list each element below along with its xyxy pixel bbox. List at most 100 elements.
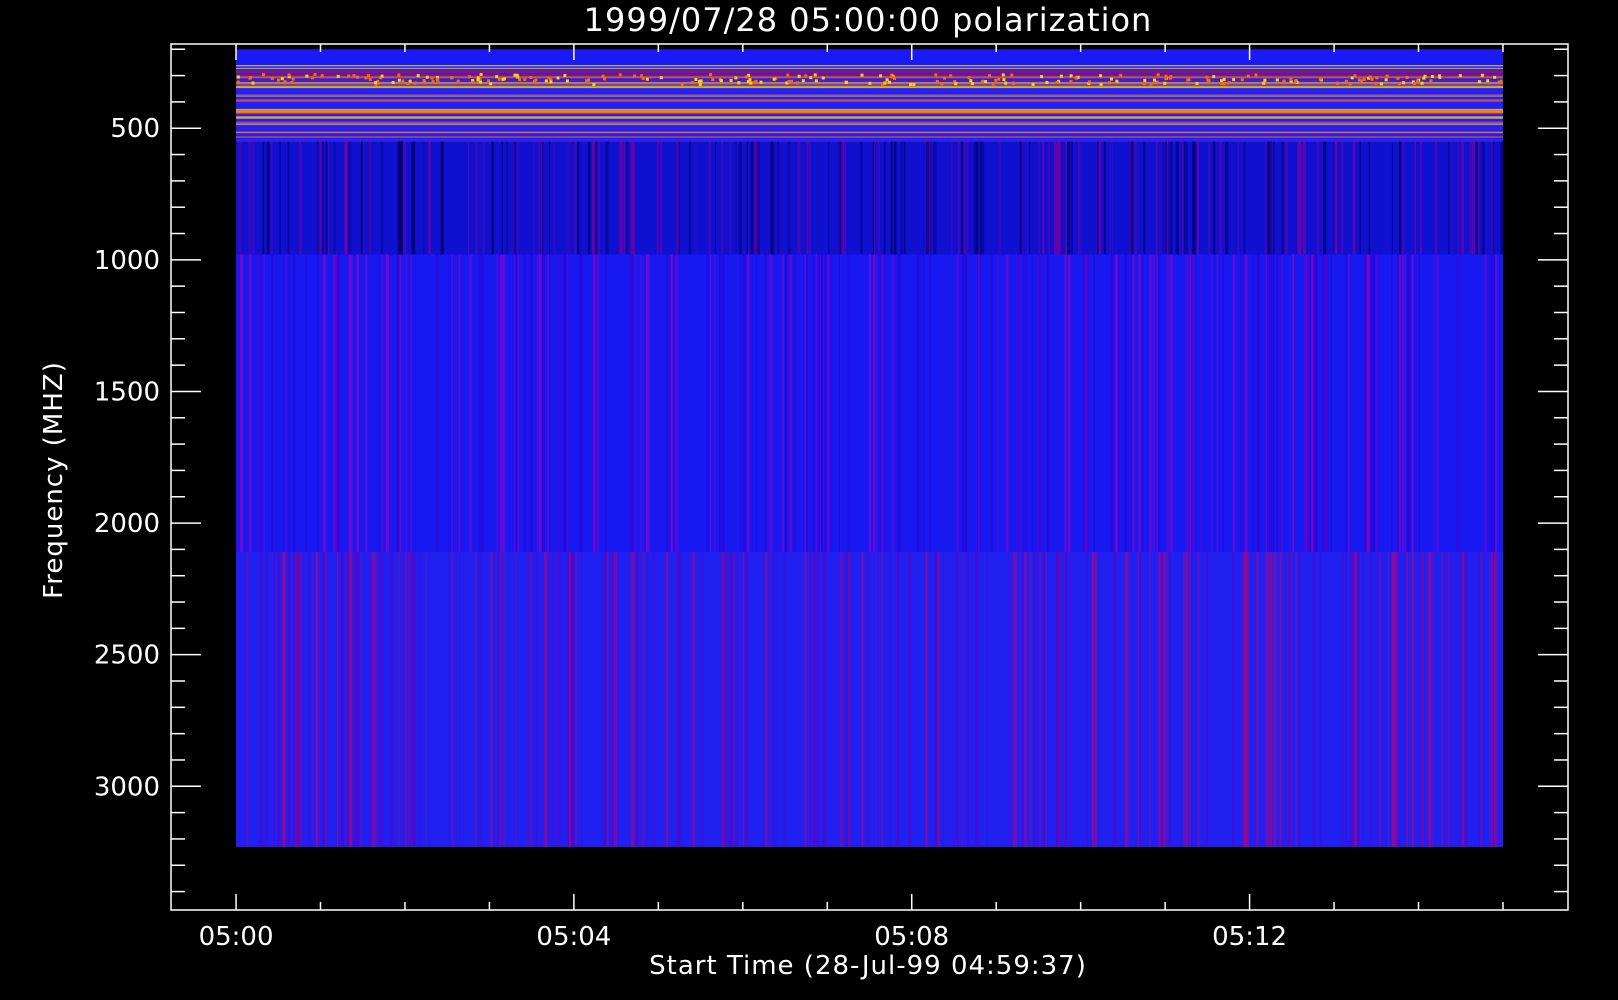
band-stripe bbox=[1056, 141, 1060, 255]
band-stripe bbox=[764, 552, 768, 847]
band-stripe bbox=[404, 552, 408, 847]
band-stripe bbox=[1501, 141, 1504, 255]
band-stripe bbox=[714, 254, 716, 553]
band-stripe bbox=[1481, 141, 1485, 255]
band-stripe bbox=[1268, 552, 1273, 847]
band-stripe bbox=[538, 254, 542, 553]
band-speck bbox=[1493, 75, 1497, 79]
band-stripe bbox=[553, 141, 556, 255]
band-stripe bbox=[764, 254, 766, 553]
band-stripe bbox=[963, 254, 968, 553]
band-stripe bbox=[412, 552, 416, 847]
band-stripe bbox=[881, 552, 884, 847]
band-stripe bbox=[529, 254, 534, 553]
band-stripe bbox=[517, 141, 519, 255]
band-stripe bbox=[1007, 552, 1010, 847]
band-stripe bbox=[1359, 141, 1361, 255]
band-speck bbox=[456, 79, 460, 83]
band-speck bbox=[967, 76, 971, 80]
band-stripe bbox=[450, 254, 453, 553]
band-stripe bbox=[579, 254, 583, 553]
band-speck bbox=[450, 76, 454, 80]
band-stripe bbox=[545, 552, 548, 847]
band-speck bbox=[313, 73, 317, 77]
band-stripe bbox=[771, 141, 775, 255]
band-speck bbox=[287, 73, 291, 77]
band-speck bbox=[529, 75, 533, 79]
band-stripe bbox=[808, 141, 811, 255]
band-speck bbox=[981, 79, 985, 83]
y-tick-label: 1500 bbox=[94, 377, 160, 407]
band-speck bbox=[1164, 74, 1168, 78]
band-stripe bbox=[1420, 552, 1424, 847]
band-speck bbox=[1398, 82, 1402, 86]
band-speck bbox=[844, 81, 848, 85]
band-stripe bbox=[820, 254, 823, 553]
band-line bbox=[236, 123, 1503, 126]
band-speck bbox=[1099, 74, 1103, 78]
band-stripe bbox=[750, 141, 754, 255]
band-stripe bbox=[1185, 254, 1188, 553]
band-stripe bbox=[1447, 141, 1450, 255]
band-stripe bbox=[997, 254, 999, 553]
band-stripe bbox=[1200, 254, 1203, 553]
band-stripe bbox=[1418, 254, 1421, 553]
band-stripe bbox=[1237, 141, 1240, 255]
band-stripe bbox=[735, 552, 738, 847]
band-stripe bbox=[1112, 141, 1114, 255]
band-stripe bbox=[1245, 552, 1249, 847]
x-tick-label: 05:04 bbox=[536, 922, 611, 952]
band-speck bbox=[633, 74, 637, 78]
band-stripe bbox=[777, 141, 780, 255]
band-stripe bbox=[1292, 254, 1295, 553]
band-stripe bbox=[613, 552, 617, 847]
band-stripe bbox=[1411, 552, 1415, 847]
band-speck bbox=[501, 77, 505, 81]
band-stripe bbox=[1056, 552, 1060, 847]
band-stripe bbox=[930, 141, 932, 255]
band-stripe bbox=[285, 254, 288, 553]
band-speck bbox=[283, 80, 287, 84]
band-stripe bbox=[535, 552, 538, 847]
band-stripe bbox=[428, 141, 432, 255]
band-stripe bbox=[1186, 552, 1188, 847]
band-stripe bbox=[1295, 552, 1297, 847]
band-speck bbox=[935, 79, 939, 83]
band-stripe bbox=[1376, 254, 1379, 553]
band-speck bbox=[401, 79, 405, 83]
band-stripe bbox=[645, 254, 650, 553]
band-stripe bbox=[768, 552, 771, 847]
band-stripe bbox=[365, 254, 368, 553]
band-stripe bbox=[258, 254, 262, 553]
band-stripe bbox=[1459, 552, 1461, 847]
band-stripe bbox=[1492, 254, 1496, 553]
band-stripe bbox=[656, 141, 660, 255]
band-stripe bbox=[1149, 254, 1153, 553]
band-speck bbox=[251, 81, 255, 85]
band-stripe bbox=[829, 254, 833, 553]
band-speck bbox=[601, 74, 605, 78]
band-stripe bbox=[251, 141, 255, 255]
band-stripe bbox=[1023, 552, 1028, 847]
band-stripe bbox=[896, 552, 899, 847]
band-stripe bbox=[496, 254, 499, 553]
band-stripe bbox=[1434, 141, 1438, 255]
band-stripe bbox=[1265, 552, 1268, 847]
band-speck bbox=[1010, 73, 1014, 77]
band-line bbox=[236, 108, 1503, 111]
band-stripe bbox=[467, 141, 469, 255]
band-stripe bbox=[1232, 552, 1235, 847]
band-strong bbox=[236, 65, 1503, 143]
band-stripe bbox=[1065, 141, 1068, 255]
band-speck bbox=[1002, 78, 1006, 82]
band-stripe bbox=[809, 552, 812, 847]
band-stripe bbox=[960, 141, 964, 255]
band-speck bbox=[698, 82, 702, 86]
band-speck bbox=[1379, 82, 1383, 86]
band-stripe bbox=[498, 552, 502, 847]
band-stripe bbox=[1134, 141, 1138, 255]
band-stripe bbox=[793, 254, 797, 553]
band-stripe bbox=[1324, 141, 1326, 255]
band-stripe bbox=[410, 254, 412, 553]
band-stripe bbox=[266, 141, 270, 255]
